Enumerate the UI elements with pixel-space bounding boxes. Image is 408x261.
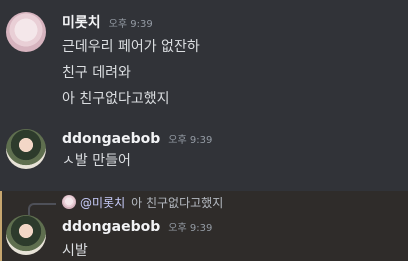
message-line: ㅅ발 만들어 <box>62 153 131 169</box>
message-header: ddongaebob 오후 9:39 <box>62 131 212 147</box>
message-line: 시발 <box>62 243 88 259</box>
username[interactable]: ddongaebob <box>62 219 160 235</box>
message-header: ddongaebob 오후 9:39 <box>62 219 212 235</box>
avatar[interactable] <box>6 129 46 169</box>
message-group-1: 미롯치 오후 9:39 근데우리 페어가 없잔하 친구 데려와 아 친구없다고했… <box>0 0 408 118</box>
message-line: 친구 데려와 <box>62 65 131 81</box>
username[interactable]: 미롯치 <box>62 12 101 32</box>
timestamp[interactable]: 오후 9:39 <box>168 219 212 234</box>
timestamp[interactable]: 오후 9:39 <box>109 15 153 30</box>
message-line: 근데우리 페어가 없잔하 <box>62 39 200 55</box>
reply-connector <box>28 203 56 215</box>
message-header: 미롯치 오후 9:39 <box>62 12 153 32</box>
avatar[interactable] <box>6 12 46 52</box>
mention-highlight-bar <box>0 191 2 261</box>
avatar[interactable] <box>6 215 46 255</box>
timestamp[interactable]: 오후 9:39 <box>168 131 212 146</box>
message-line: 아 친구없다고했지 <box>62 91 170 107</box>
reply-mention[interactable]: @미롯치 <box>80 194 125 211</box>
username[interactable]: ddongaebob <box>62 131 160 147</box>
reply-avatar[interactable] <box>62 195 76 209</box>
reply-text[interactable]: 아 친구없다고했지 <box>131 194 223 211</box>
reply-preview[interactable]: @미롯치 아 친구없다고했지 <box>80 194 223 211</box>
